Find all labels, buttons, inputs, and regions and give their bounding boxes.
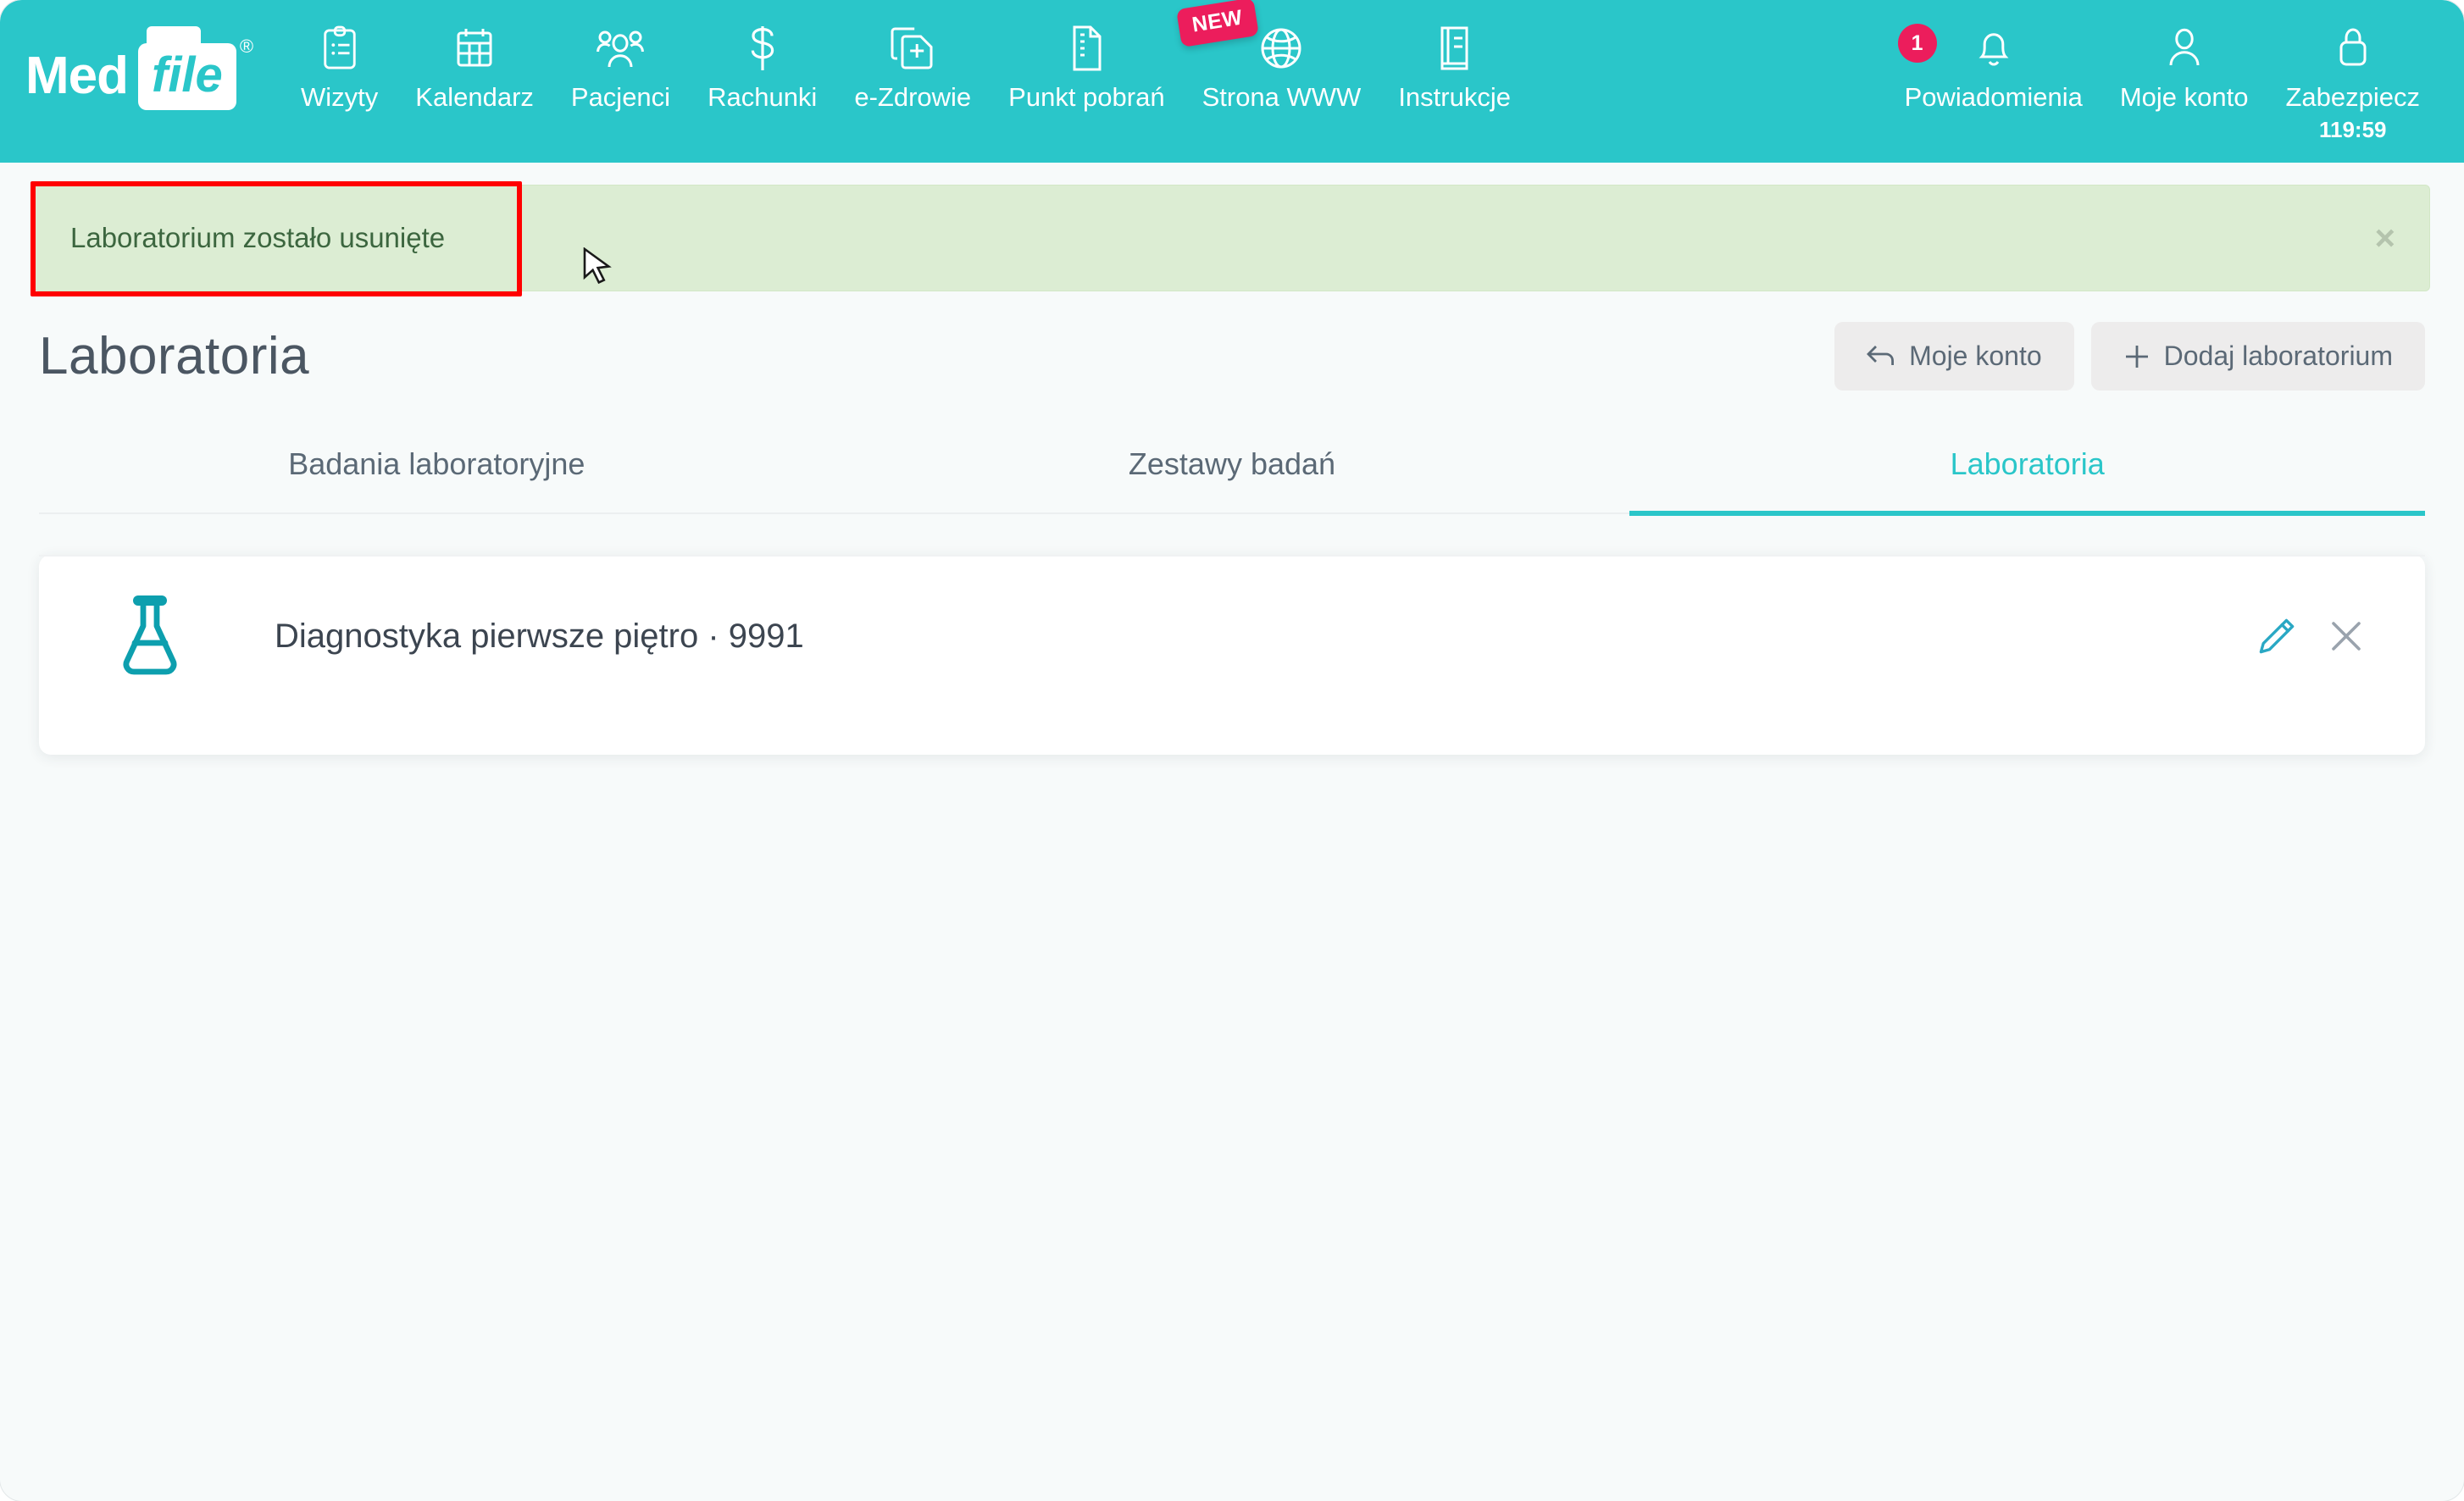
nav-label-rachunki: Rachunki bbox=[708, 82, 818, 112]
nav-label-moje-konto: Moje konto bbox=[2119, 82, 2249, 112]
nav-item-pacjenci[interactable]: Pacjenci bbox=[552, 22, 689, 112]
nav-label-kalendarz: Kalendarz bbox=[415, 82, 534, 112]
user-icon bbox=[2165, 22, 2204, 75]
alert-region: Laboratorium zostało usunięte × bbox=[31, 181, 2430, 296]
session-timer: 119:59 bbox=[2318, 117, 2387, 143]
back-arrow-icon bbox=[1867, 344, 1895, 369]
nav-label-punkt-pobran: Punkt pobrań bbox=[1008, 82, 1165, 112]
nav-item-e-zdrowie[interactable]: e-Zdrowie bbox=[835, 22, 990, 112]
close-icon[interactable]: × bbox=[2374, 220, 2395, 256]
plus-icon bbox=[2123, 343, 2150, 370]
page-header: Laboratoria Moje konto Dodaj laboratoriu… bbox=[0, 291, 2464, 390]
dodaj-laboratorium-button-label: Dodaj laboratorium bbox=[2163, 341, 2393, 371]
medfile-logo[interactable]: Med file ® bbox=[0, 0, 282, 158]
moje-konto-button[interactable]: Moje konto bbox=[1834, 322, 2074, 390]
laboratory-name: Diagnostyka pierwsze piętro · 9991 bbox=[275, 617, 804, 655]
nav-secondary-items: 1 Powiadomienia Moje konto Zabezpiecz 11… bbox=[1886, 0, 2439, 163]
moje-konto-button-label: Moje konto bbox=[1909, 341, 2042, 371]
clipboard-icon bbox=[320, 22, 359, 75]
dollar-icon bbox=[746, 22, 779, 75]
row-actions bbox=[2256, 615, 2378, 657]
page-header-actions: Moje konto Dodaj laboratorium bbox=[1834, 322, 2425, 390]
nav-label-instrukcje: Instrukcje bbox=[1398, 82, 1511, 112]
brand-registered-mark: ® bbox=[239, 36, 254, 57]
tab-badania-laboratoryjne[interactable]: Badania laboratoryjne bbox=[39, 431, 835, 516]
page-title: Laboratoria bbox=[39, 327, 310, 385]
nav-label-e-zdrowie: e-Zdrowie bbox=[854, 82, 972, 112]
new-badge: NEW bbox=[1175, 0, 1259, 47]
document-icon bbox=[1068, 22, 1105, 75]
nav-label-powiadomienia: Powiadomienia bbox=[1904, 82, 2083, 112]
nav-primary-items: Wizyty Kalendarz Pacjenci Rachunki e-Zdr… bbox=[282, 0, 1886, 163]
table-row[interactable]: Diagnostyka pierwsze piętro · 9991 bbox=[39, 555, 2425, 716]
nav-item-instrukcje[interactable]: Instrukcje bbox=[1379, 22, 1529, 112]
nav-item-wizyty[interactable]: Wizyty bbox=[282, 22, 397, 112]
nav-item-zabezpiecz[interactable]: Zabezpiecz 119:59 bbox=[2267, 22, 2439, 143]
nav-item-strona-www[interactable]: NEW Strona WWW bbox=[1175, 0, 1380, 112]
globe-icon bbox=[1259, 22, 1303, 75]
lock-icon bbox=[2334, 22, 2372, 75]
nav-item-punkt-pobran[interactable]: Punkt pobrań bbox=[990, 22, 1183, 112]
pencil-icon[interactable] bbox=[2256, 615, 2298, 657]
top-navigation-bar: Med file ® Wizyty Kalendarz Pacjenci Rac… bbox=[0, 0, 2464, 163]
tab-zestawy-badan[interactable]: Zestawy badań bbox=[835, 431, 1630, 516]
tab-bar: Badania laboratoryjne Zestawy badań Labo… bbox=[39, 431, 2426, 516]
brand-file-text: file bbox=[138, 25, 236, 110]
nav-label-pacjenci: Pacjenci bbox=[570, 82, 671, 112]
bell-icon bbox=[1974, 22, 2013, 75]
success-alert: Laboratorium zostało usunięte × bbox=[34, 185, 2430, 291]
nav-item-rachunki[interactable]: Rachunki bbox=[689, 22, 835, 112]
users-icon bbox=[597, 22, 645, 75]
nav-item-moje-konto[interactable]: Moje konto bbox=[2101, 22, 2267, 112]
app-window: Med file ® Wizyty Kalendarz Pacjenci Rac… bbox=[0, 0, 2464, 1501]
nav-label-zabezpiecz: Zabezpiecz bbox=[2285, 82, 2420, 112]
book-icon bbox=[1435, 22, 1474, 75]
laboratories-card: Diagnostyka pierwsze piętro · 9991 bbox=[39, 555, 2425, 755]
dodaj-laboratorium-button[interactable]: Dodaj laboratorium bbox=[2090, 322, 2425, 390]
nav-item-kalendarz[interactable]: Kalendarz bbox=[397, 22, 552, 112]
brand-med-text: Med bbox=[25, 47, 129, 105]
nav-label-wizyty: Wizyty bbox=[301, 82, 379, 112]
medical-files-icon bbox=[891, 22, 935, 75]
notifications-count-badge: 1 bbox=[1897, 24, 1937, 63]
close-icon[interactable] bbox=[2327, 617, 2366, 656]
alert-message: Laboratorium zostało usunięte bbox=[70, 222, 446, 253]
nav-label-strona-www: Strona WWW bbox=[1201, 82, 1362, 112]
tab-laboratoria[interactable]: Laboratoria bbox=[1629, 431, 2426, 516]
flask-icon bbox=[86, 594, 214, 678]
nav-item-powiadomienia[interactable]: 1 Powiadomienia bbox=[1886, 22, 2101, 112]
calendar-icon bbox=[454, 22, 495, 75]
